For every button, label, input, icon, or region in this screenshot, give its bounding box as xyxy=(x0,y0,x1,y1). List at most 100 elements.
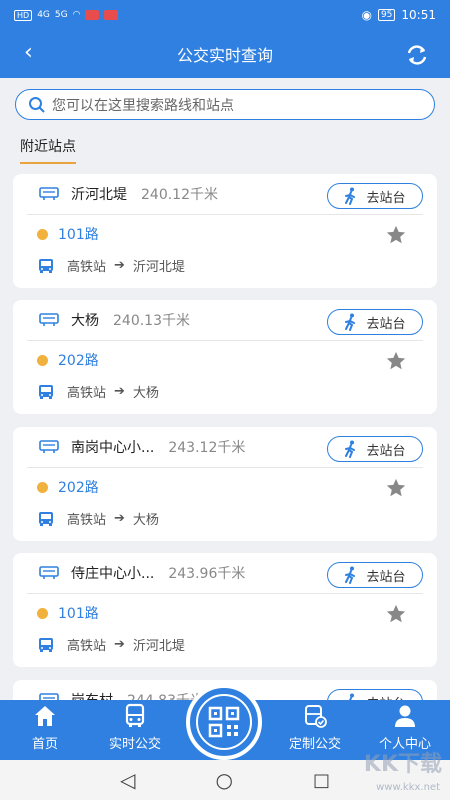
wifi-icon: ◠ xyxy=(72,10,81,20)
qr-code-icon xyxy=(208,706,240,738)
bus-icon xyxy=(39,511,53,526)
walking-icon xyxy=(345,566,356,584)
message-icon xyxy=(104,10,119,20)
route-to: 大杨 xyxy=(132,386,159,401)
arrow-right-icon: ➔ xyxy=(114,637,125,652)
search-input[interactable]: 您可以在这里搜索路线和站点 xyxy=(15,89,435,120)
custom-bus-icon xyxy=(305,705,327,728)
bus-icon xyxy=(125,703,145,727)
stop-name: 侍庄中心小... xyxy=(71,566,155,582)
route-dot xyxy=(37,481,48,493)
section-title: 附近站点 xyxy=(20,136,76,164)
nav-recents-icon[interactable]: □ xyxy=(313,770,330,791)
stop-card[interactable]: 大杨 240.13千米 去站台 202路 高铁站 ➔ 大杨 xyxy=(13,300,437,414)
bus-stop-icon xyxy=(39,566,59,579)
nav-home-icon[interactable]: ○ xyxy=(215,768,232,792)
route-to: 沂河北堤 xyxy=(132,260,185,275)
watermark-url: www.kkx.net xyxy=(376,782,440,793)
walking-icon xyxy=(345,187,356,205)
bus-stop-icon xyxy=(39,187,59,200)
stop-name: 南岗中心小... xyxy=(71,440,155,456)
route-direction: 高铁站 ➔ 沂河北堤 xyxy=(37,635,185,654)
tab-realtime-bus-label: 实时公交 xyxy=(108,737,161,752)
stop-distance: 243.96千米 xyxy=(168,566,246,582)
bus-icon xyxy=(39,258,53,273)
route-dot xyxy=(37,354,48,366)
stop-card[interactable]: 沂河北堤 240.12千米 去站台 101路 高铁站 ➔ 沂河北堤 xyxy=(13,174,437,288)
route-to: 大杨 xyxy=(132,513,159,528)
route-from: 高铁站 xyxy=(67,639,107,654)
search-placeholder: 您可以在这里搜索路线和站点 xyxy=(52,97,234,114)
stop-name: 大杨 xyxy=(71,313,99,329)
arrow-right-icon: ➔ xyxy=(114,384,125,399)
network-4g-label: 4G xyxy=(37,10,50,20)
go-to-stop-label: 去站台 xyxy=(366,569,406,585)
go-to-stop-button[interactable]: 去站台 xyxy=(327,309,423,335)
refresh-icon[interactable] xyxy=(404,42,430,68)
go-to-stop-button[interactable]: 去站台 xyxy=(327,436,423,462)
bus-stop-icon xyxy=(39,440,59,453)
stop-card[interactable]: 南岗中心小... 243.12千米 去站台 202路 高铁站 ➔ 大杨 xyxy=(13,427,437,541)
walking-icon xyxy=(345,313,356,331)
go-to-stop-label: 去站台 xyxy=(366,443,406,459)
route-from: 高铁站 xyxy=(67,386,107,401)
network-5g-label: 5G xyxy=(54,10,68,20)
route-name[interactable]: 202路 xyxy=(58,350,99,370)
clock: 10:51 xyxy=(401,8,436,22)
favorite-star-icon[interactable] xyxy=(385,224,407,246)
favorite-star-icon[interactable] xyxy=(385,350,407,372)
divider xyxy=(27,340,423,341)
favorite-star-icon[interactable] xyxy=(385,477,407,499)
bus-stop-icon xyxy=(39,313,59,326)
walking-icon xyxy=(345,440,356,458)
home-icon xyxy=(35,706,55,726)
tab-home-label: 首页 xyxy=(31,737,58,752)
go-to-stop-button[interactable]: 去站台 xyxy=(327,183,423,209)
route-from: 高铁站 xyxy=(67,513,107,528)
stop-name: 沂河北堤 xyxy=(71,187,127,203)
stop-card[interactable]: 侍庄中心小... 243.96千米 去站台 101路 高铁站 ➔ 沂河北堤 xyxy=(13,553,437,667)
divider xyxy=(27,467,423,468)
stop-distance: 240.12千米 xyxy=(141,187,218,203)
go-to-stop-label: 去站台 xyxy=(366,316,406,332)
location-icon: ◉ xyxy=(361,8,372,22)
nav-back-icon[interactable]: ◁ xyxy=(120,768,135,792)
search-icon xyxy=(29,96,45,113)
tab-custom-bus-label: 定制公交 xyxy=(288,737,341,752)
route-dot xyxy=(37,228,48,240)
route-dot xyxy=(37,607,48,619)
route-name[interactable]: 101路 xyxy=(58,603,99,623)
qr-scan-button[interactable] xyxy=(186,684,262,760)
stop-distance: 240.13千米 xyxy=(113,313,190,329)
route-direction: 高铁站 ➔ 大杨 xyxy=(37,509,159,528)
back-icon[interactable]: ‹ xyxy=(24,42,33,64)
hd-badge: HD xyxy=(14,9,33,21)
stop-distance: 243.12千米 xyxy=(168,440,246,456)
tab-home[interactable]: 首页 xyxy=(0,700,90,760)
go-to-stop-button[interactable]: 去站台 xyxy=(327,562,423,588)
battery-icon: 95 xyxy=(377,9,396,21)
route-direction: 高铁站 ➔ 沂河北堤 xyxy=(37,256,185,275)
arrow-right-icon: ➔ xyxy=(114,258,125,273)
bus-icon xyxy=(39,637,53,652)
go-to-stop-label: 去站台 xyxy=(366,190,406,206)
divider xyxy=(27,214,423,215)
bus-icon xyxy=(39,384,53,399)
route-from: 高铁站 xyxy=(67,260,107,275)
notification-icon xyxy=(85,10,100,20)
tab-realtime-bus[interactable]: 实时公交 xyxy=(90,700,180,760)
user-icon xyxy=(395,705,415,727)
arrow-right-icon: ➔ xyxy=(114,511,125,526)
route-name[interactable]: 202路 xyxy=(58,477,99,497)
route-to: 沂河北堤 xyxy=(132,639,185,654)
route-direction: 高铁站 ➔ 大杨 xyxy=(37,382,159,401)
watermark-logo: KK下载 xyxy=(363,752,442,777)
tab-custom-bus[interactable]: 定制公交 xyxy=(270,700,360,760)
favorite-star-icon[interactable] xyxy=(385,603,407,625)
status-icons-left: HD 4G 5G ◠ xyxy=(14,9,119,21)
app-header: ‹ 公交实时查询 xyxy=(0,30,450,78)
divider xyxy=(27,593,423,594)
status-bar: HD 4G 5G ◠ ◉ 95 10:51 xyxy=(0,0,450,30)
route-name[interactable]: 101路 xyxy=(58,224,99,244)
page-title: 公交实时查询 xyxy=(176,46,273,65)
